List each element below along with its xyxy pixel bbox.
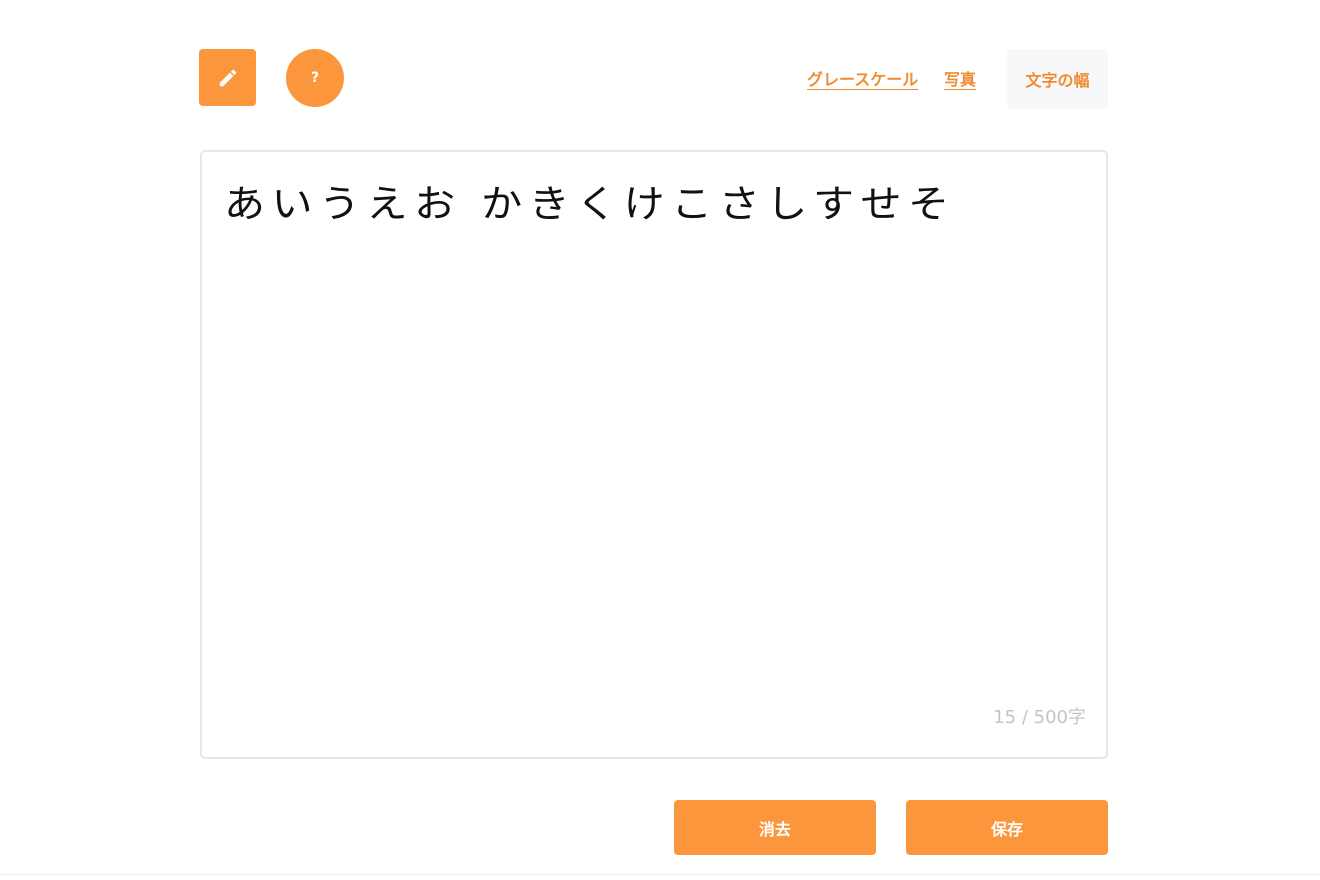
editor-content[interactable]: あいうえお かきくけこさしすせそ bbox=[224, 179, 1153, 229]
photo-link[interactable]: 写真 bbox=[944, 69, 976, 91]
text-editor[interactable]: あいうえお かきくけこさしすせそ 15 / 500字 bbox=[200, 150, 1108, 759]
grayscale-link[interactable]: グレースケール bbox=[807, 69, 918, 91]
save-button[interactable]: 保存 bbox=[906, 800, 1108, 855]
help-button[interactable]: ? bbox=[286, 49, 344, 107]
clear-button[interactable]: 消去 bbox=[674, 800, 876, 855]
pencil-icon bbox=[219, 69, 236, 86]
app-root: ? グレースケール 写真 文字の幅 あいうえお かきくけこさしすせそ 15 / … bbox=[0, 0, 1320, 880]
char-width-button[interactable]: 文字の幅 bbox=[1007, 49, 1108, 109]
bottom-divider bbox=[0, 874, 1320, 875]
character-counter: 15 / 500字 bbox=[993, 707, 1086, 728]
edit-button[interactable] bbox=[199, 49, 256, 106]
question-mark-icon: ? bbox=[310, 70, 320, 86]
